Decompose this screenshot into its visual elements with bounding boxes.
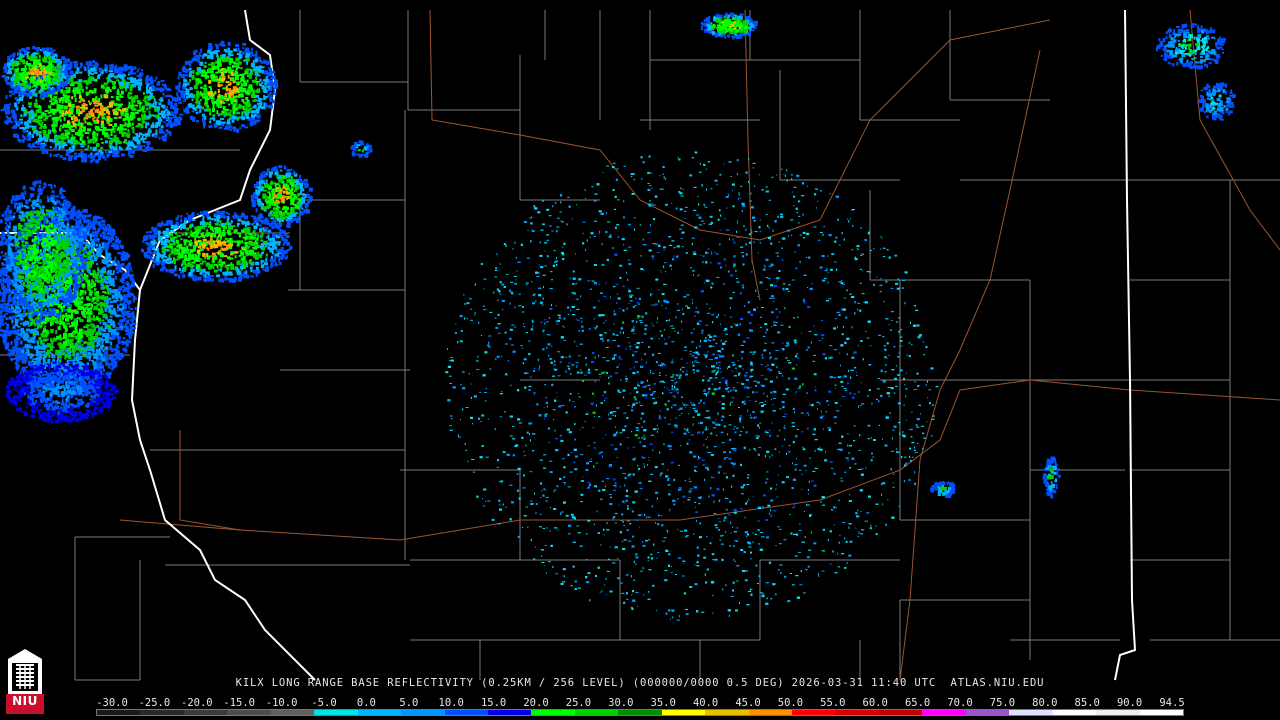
colorbar-tick-label: 85.0 [1074, 697, 1100, 709]
colorbar-segment [183, 710, 228, 715]
colorbar-segment [1139, 710, 1183, 715]
colorbar-tick-label: 80.0 [1032, 697, 1058, 709]
colorbar-segment [227, 710, 271, 715]
colorbar-tick-labels: -30.0 -25.0 -20.0 -15.0 -10.0 -5.0 0.0 5.0 10.0 1… [92, 697, 1192, 709]
colorbar-segment [661, 710, 706, 715]
colorbar-segment [1009, 710, 1053, 715]
reflectivity-colorbar [96, 709, 1184, 716]
colorbar-tick-label: 40.0 [692, 697, 719, 709]
colorbar-segment [1052, 710, 1097, 715]
colorbar-tick-label: 55.0 [820, 697, 846, 709]
colorbar-segment [878, 710, 923, 715]
colorbar-segment [140, 710, 184, 715]
colorbar-segment [965, 710, 1010, 715]
colorbar-tick-label: 10.0 [438, 697, 464, 709]
colorbar-tick-label: 25.0 [565, 697, 592, 709]
colorbar-segment [922, 710, 966, 715]
colorbar-tick-label: 50.0 [777, 697, 804, 709]
product-caption: KILX LONG RANGE BASE REFLECTIVITY (0.25K… [235, 677, 1045, 689]
colorbar-segment [444, 710, 488, 715]
colorbar-segment [270, 710, 315, 715]
colorbar-tick-label: 75.0 [989, 697, 1016, 709]
colorbar-tick-label: 0.0 [356, 697, 376, 709]
colorbar-tick-label: 65.0 [904, 697, 931, 709]
colorbar-segment [792, 710, 836, 715]
colorbar-segment [487, 710, 532, 715]
colorbar-tick-label: 30.0 [608, 697, 634, 709]
colorbar-tick-label: -10.0 [265, 697, 298, 709]
colorbar-segment [1096, 710, 1140, 715]
colorbar-segment [574, 710, 619, 715]
colorbar-tick-label: 94.5 [1159, 697, 1185, 709]
colorbar-tick-label: 45.0 [735, 697, 761, 709]
radar-map [0, 0, 1280, 720]
logo-text: NIU [12, 694, 38, 708]
colorbar-segment [357, 710, 402, 715]
colorbar-segment [835, 710, 879, 715]
colorbar-segment [618, 710, 662, 715]
colorbar-tick-label: 70.0 [947, 697, 973, 709]
colorbar-tick-label: -5.0 [311, 697, 337, 709]
colorbar-tick-label: 90.0 [1116, 697, 1143, 709]
colorbar-tick-label: 60.0 [862, 697, 888, 709]
colorbar-segment [705, 710, 749, 715]
colorbar-segment [748, 710, 792, 715]
colorbar-tick-label: -25.0 [138, 697, 171, 709]
colorbar-tick-label: 15.0 [480, 697, 507, 709]
colorbar-tick-label: -20.0 [180, 697, 213, 709]
colorbar-segment [97, 710, 141, 715]
colorbar-tick-label: 35.0 [650, 697, 676, 709]
colorbar-tick-label: 20.0 [523, 697, 549, 709]
colorbar-segment [401, 710, 445, 715]
map-background [0, 0, 1280, 720]
colorbar-segment [314, 710, 358, 715]
colorbar-tick-label: 5.0 [399, 697, 419, 709]
colorbar-segment [531, 710, 575, 715]
colorbar-tick-label: -30.0 [96, 697, 128, 709]
colorbar-tick-label: -15.0 [223, 697, 255, 709]
